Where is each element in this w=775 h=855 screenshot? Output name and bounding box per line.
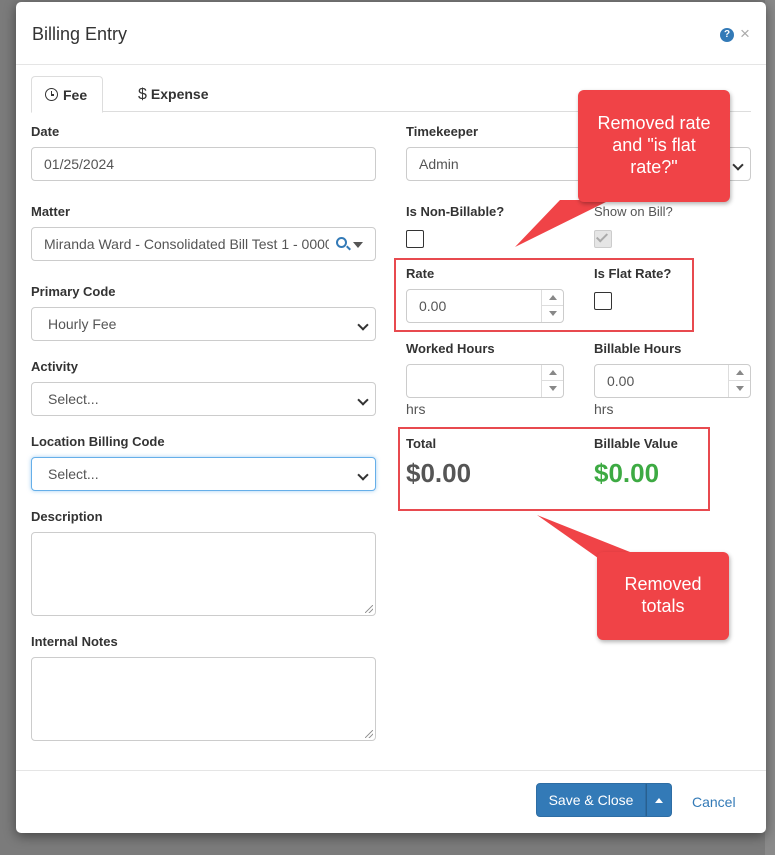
background-page [765,0,775,855]
callout-totals-line-1: Removed [624,574,702,594]
internal-notes-textarea[interactable] [31,657,376,741]
close-icon[interactable]: × [740,24,750,44]
timekeeper-label: Timekeeper [406,124,479,139]
location-billing-code-label: Location Billing Code [31,434,165,449]
primary-code-value: Hourly Fee [48,316,117,332]
billable-hours-unit: hrs [594,401,614,417]
tab-fee[interactable]: Fee [31,76,103,113]
timekeeper-value: Admin [419,156,459,172]
callout-rate-line-3: rate?" [630,157,678,177]
search-icon[interactable] [336,237,347,248]
worked-hours-unit: hrs [406,401,426,417]
tab-expense-label: Expense [150,86,209,102]
activity-label: Activity [31,359,78,374]
matter-select[interactable]: Miranda Ward - Consolidated Bill Test 1 … [31,227,376,261]
resize-grip-icon[interactable] [365,730,373,738]
matter-label: Matter [31,204,71,219]
callout-rate-line-2: and "is flat [612,135,696,155]
location-billing-code-select[interactable]: Select... [31,457,376,491]
worked-hours-input[interactable] [406,364,564,398]
billable-hours-input[interactable]: 0.00 [594,364,751,398]
worked-hours-spinner[interactable] [541,365,563,397]
totals-highlight-box [398,427,710,511]
dollar-icon: $ [138,86,147,103]
primary-code-label: Primary Code [31,284,116,299]
is-non-billable-label: Is Non-Billable? [406,204,505,219]
location-billing-code-value: Select... [48,466,99,482]
show-on-bill-checkbox [594,230,612,248]
resize-grip-icon[interactable] [365,605,373,613]
callout-rate-line-1: Removed rate [597,113,711,133]
tab-expense[interactable]: $ Expense [125,76,235,112]
activity-value: Select... [48,391,99,407]
description-textarea[interactable] [31,532,376,616]
save-options-dropdown-button[interactable] [646,783,672,817]
description-label: Description [31,509,103,524]
billable-hours-value: 0.00 [607,373,635,389]
cancel-button[interactable]: Cancel [692,794,736,810]
check-icon [595,230,609,243]
clock-icon [45,88,58,101]
date-field[interactable]: 01/25/2024 [31,147,376,181]
caret-down-icon[interactable] [353,242,363,248]
help-icon[interactable]: ? [720,28,734,42]
show-on-bill-label: Show on Bill? [594,204,673,219]
primary-code-select[interactable]: Hourly Fee [31,307,376,341]
rate-highlight-box [394,258,694,332]
billable-hours-spinner[interactable] [728,365,750,397]
modal-title: Billing Entry [32,24,128,44]
spin-up-icon[interactable] [729,365,750,381]
spin-down-icon[interactable] [542,381,563,397]
save-close-button[interactable]: Save & Close [536,783,646,817]
date-label: Date [31,124,60,139]
worked-hours-label: Worked Hours [406,341,495,356]
modal-header: Billing Entry ? × [16,2,766,65]
spin-up-icon[interactable] [542,365,563,381]
date-value: 01/25/2024 [44,156,115,172]
is-non-billable-checkbox[interactable] [406,230,424,248]
callout-removed-rate: Removed rate and "is flat rate?" [578,90,730,202]
modal-footer-divider [16,770,766,771]
callout-removed-totals: Removed totals [597,552,729,640]
spin-down-icon[interactable] [729,381,750,397]
internal-notes-label: Internal Notes [31,634,118,649]
billable-hours-label: Billable Hours [594,341,682,356]
matter-value: Miranda Ward - Consolidated Bill Test 1 … [44,236,329,252]
tab-fee-label: Fee [63,87,88,103]
callout-totals-line-2: totals [641,596,685,616]
activity-select[interactable]: Select... [31,382,376,416]
